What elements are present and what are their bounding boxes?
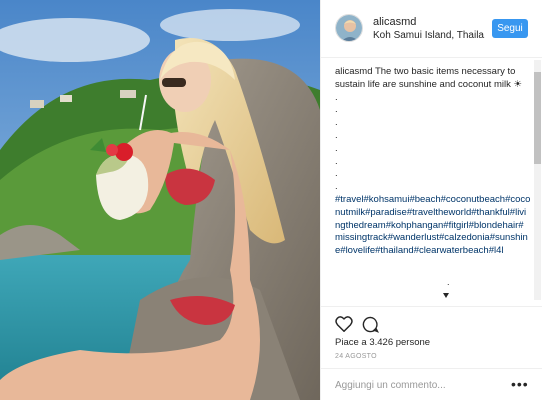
hashtags[interactable]: #travel#kohsamui#beach#coconutbeach#coco… bbox=[335, 194, 531, 258]
actions-divider bbox=[321, 306, 542, 307]
comment-divider bbox=[321, 368, 542, 369]
username[interactable]: alicasmd bbox=[373, 16, 416, 28]
caption-dot: . bbox=[335, 117, 338, 129]
avatar[interactable] bbox=[335, 14, 363, 42]
post-date: 24 AGOSTO bbox=[335, 353, 377, 360]
chevron-down-icon[interactable] bbox=[443, 293, 449, 298]
caption-username[interactable]: alicasmd bbox=[335, 66, 373, 77]
location[interactable]: Koh Samui Island, Thaila... bbox=[373, 30, 485, 41]
caption-dot: . bbox=[335, 129, 338, 141]
caption-dot: . bbox=[335, 104, 338, 116]
heart-icon[interactable] bbox=[335, 316, 353, 337]
comment-input[interactable]: Aggiungi un commento... bbox=[335, 380, 446, 391]
follow-button[interactable]: Segui bbox=[492, 19, 528, 38]
post-photo[interactable] bbox=[0, 0, 320, 400]
post-detail-panel: alicasmd Koh Samui Island, Thaila... Seg… bbox=[320, 0, 542, 400]
caption-dot: . bbox=[335, 91, 338, 103]
caption-trailing-dot: . bbox=[447, 277, 450, 287]
comment-icon[interactable] bbox=[362, 316, 380, 338]
more-options-button[interactable]: ••• bbox=[511, 376, 529, 392]
caption: alicasmd The two basic items necessary t… bbox=[335, 66, 531, 258]
caption-dot: . bbox=[335, 142, 338, 154]
caption-dot: . bbox=[335, 181, 338, 193]
caption-dots: ........ bbox=[335, 92, 531, 194]
likes-count[interactable]: Piace a 3.426 persone bbox=[335, 337, 430, 348]
post-header: alicasmd Koh Samui Island, Thaila... Seg… bbox=[321, 0, 542, 58]
caption-dot: . bbox=[335, 155, 338, 167]
caption-scroll-thumb[interactable] bbox=[534, 72, 541, 164]
caption-dot: . bbox=[335, 168, 338, 180]
